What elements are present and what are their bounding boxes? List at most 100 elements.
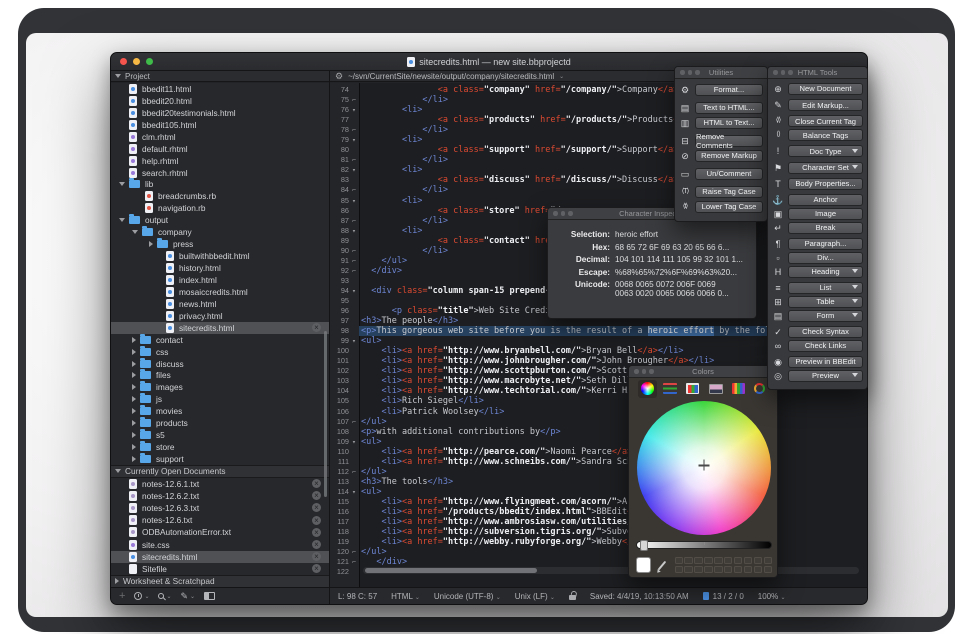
gear-icon[interactable]: ⚙ bbox=[335, 72, 343, 81]
code-line[interactable]: 107⌐</ul> bbox=[330, 417, 867, 427]
code-line[interactable]: 114▾<ul> bbox=[330, 487, 867, 497]
lower-tag-case-button[interactable]: Lower Tag Case bbox=[695, 201, 763, 213]
heading-button[interactable]: Heading bbox=[788, 266, 863, 278]
zoom-menu[interactable]: 100% ⌄ bbox=[758, 592, 786, 601]
tree-item[interactable]: bbedit105.html bbox=[111, 119, 329, 131]
un-comment-button[interactable]: Un/Comment bbox=[695, 168, 763, 180]
disclosure-triangle-icon[interactable] bbox=[132, 361, 136, 367]
unlocked-icon[interactable] bbox=[569, 595, 576, 600]
close-document-icon[interactable]: × bbox=[312, 491, 321, 500]
fold-marker-icon[interactable]: ⌐ bbox=[349, 467, 359, 477]
tree-item[interactable]: breadcrumbs.rb bbox=[111, 190, 329, 202]
edit-markup-button[interactable]: Edit Markup... bbox=[788, 99, 863, 111]
fold-marker-icon[interactable]: ⌐ bbox=[349, 95, 359, 105]
fold-marker-icon[interactable]: ⌐ bbox=[349, 266, 359, 276]
color-picker-crosshair[interactable] bbox=[699, 460, 710, 471]
brightness-slider-knob[interactable] bbox=[640, 540, 648, 551]
swatch-cell[interactable] bbox=[754, 557, 762, 564]
raise-tag-case-button[interactable]: Raise Tag Case bbox=[695, 186, 763, 198]
pencils-tab[interactable] bbox=[729, 380, 748, 398]
code-line[interactable]: 121⌐ </div> bbox=[330, 557, 867, 567]
open-document-item[interactable]: ODBAutomationError.txt× bbox=[111, 526, 329, 538]
tree-item[interactable]: sitecredits.html× bbox=[111, 322, 329, 334]
swatch-cell[interactable] bbox=[764, 566, 772, 573]
paragraph-button[interactable]: Paragraph... bbox=[788, 238, 863, 250]
disclosure-triangle-icon[interactable] bbox=[132, 372, 136, 378]
tree-item[interactable]: press bbox=[111, 238, 329, 250]
swatch-cell[interactable] bbox=[684, 566, 692, 573]
tree-item[interactable]: builtwithbbedit.html bbox=[111, 250, 329, 262]
tree-item[interactable]: mosaiccredits.html bbox=[111, 286, 329, 298]
eyedropper-icon[interactable] bbox=[657, 560, 665, 570]
body-properties-button[interactable]: Body Properties... bbox=[788, 178, 863, 190]
code-line[interactable]: 110 <li><a href="http://pearce.com/">Nao… bbox=[330, 447, 867, 457]
balance-tags-button[interactable]: Balance Tags bbox=[788, 129, 863, 141]
fold-marker-icon[interactable]: ▾ bbox=[349, 487, 359, 497]
check-syntax-button[interactable]: Check Syntax bbox=[788, 326, 863, 338]
tree-item[interactable]: bbedit20testimonials.html bbox=[111, 107, 329, 119]
search-menu-button[interactable]: ⌄ bbox=[158, 593, 171, 600]
fold-marker-icon[interactable]: ▾ bbox=[349, 105, 359, 115]
close-document-icon[interactable]: × bbox=[312, 528, 321, 537]
fold-marker-icon[interactable]: ⌐ bbox=[349, 125, 359, 135]
swatch-cell[interactable] bbox=[754, 566, 762, 573]
tree-item[interactable]: help.rhtml bbox=[111, 155, 329, 167]
disclosure-triangle-icon[interactable] bbox=[119, 182, 125, 186]
tree-item[interactable]: support bbox=[111, 453, 329, 465]
swatch-cell[interactable] bbox=[744, 557, 752, 564]
tree-item[interactable]: discuss bbox=[111, 358, 329, 370]
disclosure-triangle-icon[interactable] bbox=[132, 396, 136, 402]
fold-marker-icon[interactable]: ⌐ bbox=[349, 256, 359, 266]
open-document-item[interactable]: Sitefile× bbox=[111, 563, 329, 575]
disclosure-triangle-icon[interactable] bbox=[115, 578, 119, 584]
open-document-item[interactable]: notes-12.6.txt× bbox=[111, 514, 329, 526]
html-tools-titlebar[interactable]: HTML Tools bbox=[768, 67, 867, 79]
close-document-icon[interactable]: × bbox=[312, 503, 321, 512]
html-to-text-button[interactable]: HTML to Text... bbox=[695, 117, 763, 129]
code-line[interactable]: 105 <li>Rich Siegel</li> bbox=[330, 396, 867, 406]
disclosure-triangle-icon[interactable] bbox=[132, 420, 136, 426]
fold-marker-icon[interactable]: ▾ bbox=[349, 226, 359, 236]
preview-button[interactable]: Preview bbox=[788, 370, 863, 382]
toggle-sidebar-button[interactable] bbox=[204, 592, 215, 600]
worksheet-section-header[interactable]: Worksheet & Scratchpad bbox=[111, 575, 329, 587]
actions-menu-button[interactable]: ✎⌄ bbox=[181, 592, 196, 601]
tree-item[interactable]: history.html bbox=[111, 262, 329, 274]
scrollbar-handle[interactable] bbox=[365, 568, 537, 573]
project-section-header[interactable]: Project bbox=[111, 71, 329, 82]
fold-marker-icon[interactable]: ▾ bbox=[349, 336, 359, 346]
open-document-item[interactable]: notes-12.6.3.txt× bbox=[111, 502, 329, 514]
code-line[interactable]: 117 <li><a href="http://www.ambrosiasw.c… bbox=[330, 517, 867, 527]
code-line[interactable]: 113<h3>The tools</h3> bbox=[330, 477, 867, 487]
code-line[interactable]: 118 <li><a href="http://subversion.tigri… bbox=[330, 527, 867, 537]
tree-item[interactable]: clm.rhtml bbox=[111, 131, 329, 143]
open-documents-header[interactable]: Currently Open Documents bbox=[111, 465, 329, 478]
code-line[interactable]: 108<p>with additional contributions by</… bbox=[330, 427, 867, 437]
check-links-button[interactable]: Check Links bbox=[788, 340, 863, 352]
tree-item[interactable]: search.rhtml bbox=[111, 167, 329, 179]
recent-menu-button[interactable]: ⌄ bbox=[134, 592, 149, 600]
swatch-cell[interactable] bbox=[714, 557, 722, 564]
language-menu[interactable]: HTML ⌄ bbox=[391, 592, 420, 601]
swatch-cell[interactable] bbox=[734, 557, 742, 564]
list-button[interactable]: List bbox=[788, 282, 863, 294]
tree-item[interactable]: index.html bbox=[111, 274, 329, 286]
tree-item[interactable]: company bbox=[111, 226, 329, 238]
preview-in-bbedit-button[interactable]: Preview in BBEdit bbox=[788, 356, 863, 368]
tree-item[interactable]: s5 bbox=[111, 429, 329, 441]
code-line[interactable]: 119 <li><a href="http://webby.rubyforge.… bbox=[330, 537, 867, 547]
fold-marker-icon[interactable]: ⌐ bbox=[349, 185, 359, 195]
tree-item[interactable]: navigation.rb bbox=[111, 202, 329, 214]
swatch-cell[interactable] bbox=[694, 557, 702, 564]
path-dropdown-icon[interactable]: ⌄ bbox=[559, 73, 564, 80]
code-line[interactable]: 120⌐</ul> bbox=[330, 547, 867, 557]
swatch-cell[interactable] bbox=[704, 557, 712, 564]
tree-item[interactable]: bbedit11.html bbox=[111, 83, 329, 95]
character-set-button[interactable]: Character Set bbox=[788, 162, 863, 174]
tree-item[interactable]: news.html bbox=[111, 298, 329, 310]
tree-item[interactable]: movies bbox=[111, 405, 329, 417]
open-document-item[interactable]: site.css× bbox=[111, 538, 329, 550]
tree-item[interactable]: files bbox=[111, 370, 329, 382]
fold-marker-icon[interactable]: ⌐ bbox=[349, 417, 359, 427]
tree-item[interactable]: contact bbox=[111, 334, 329, 346]
